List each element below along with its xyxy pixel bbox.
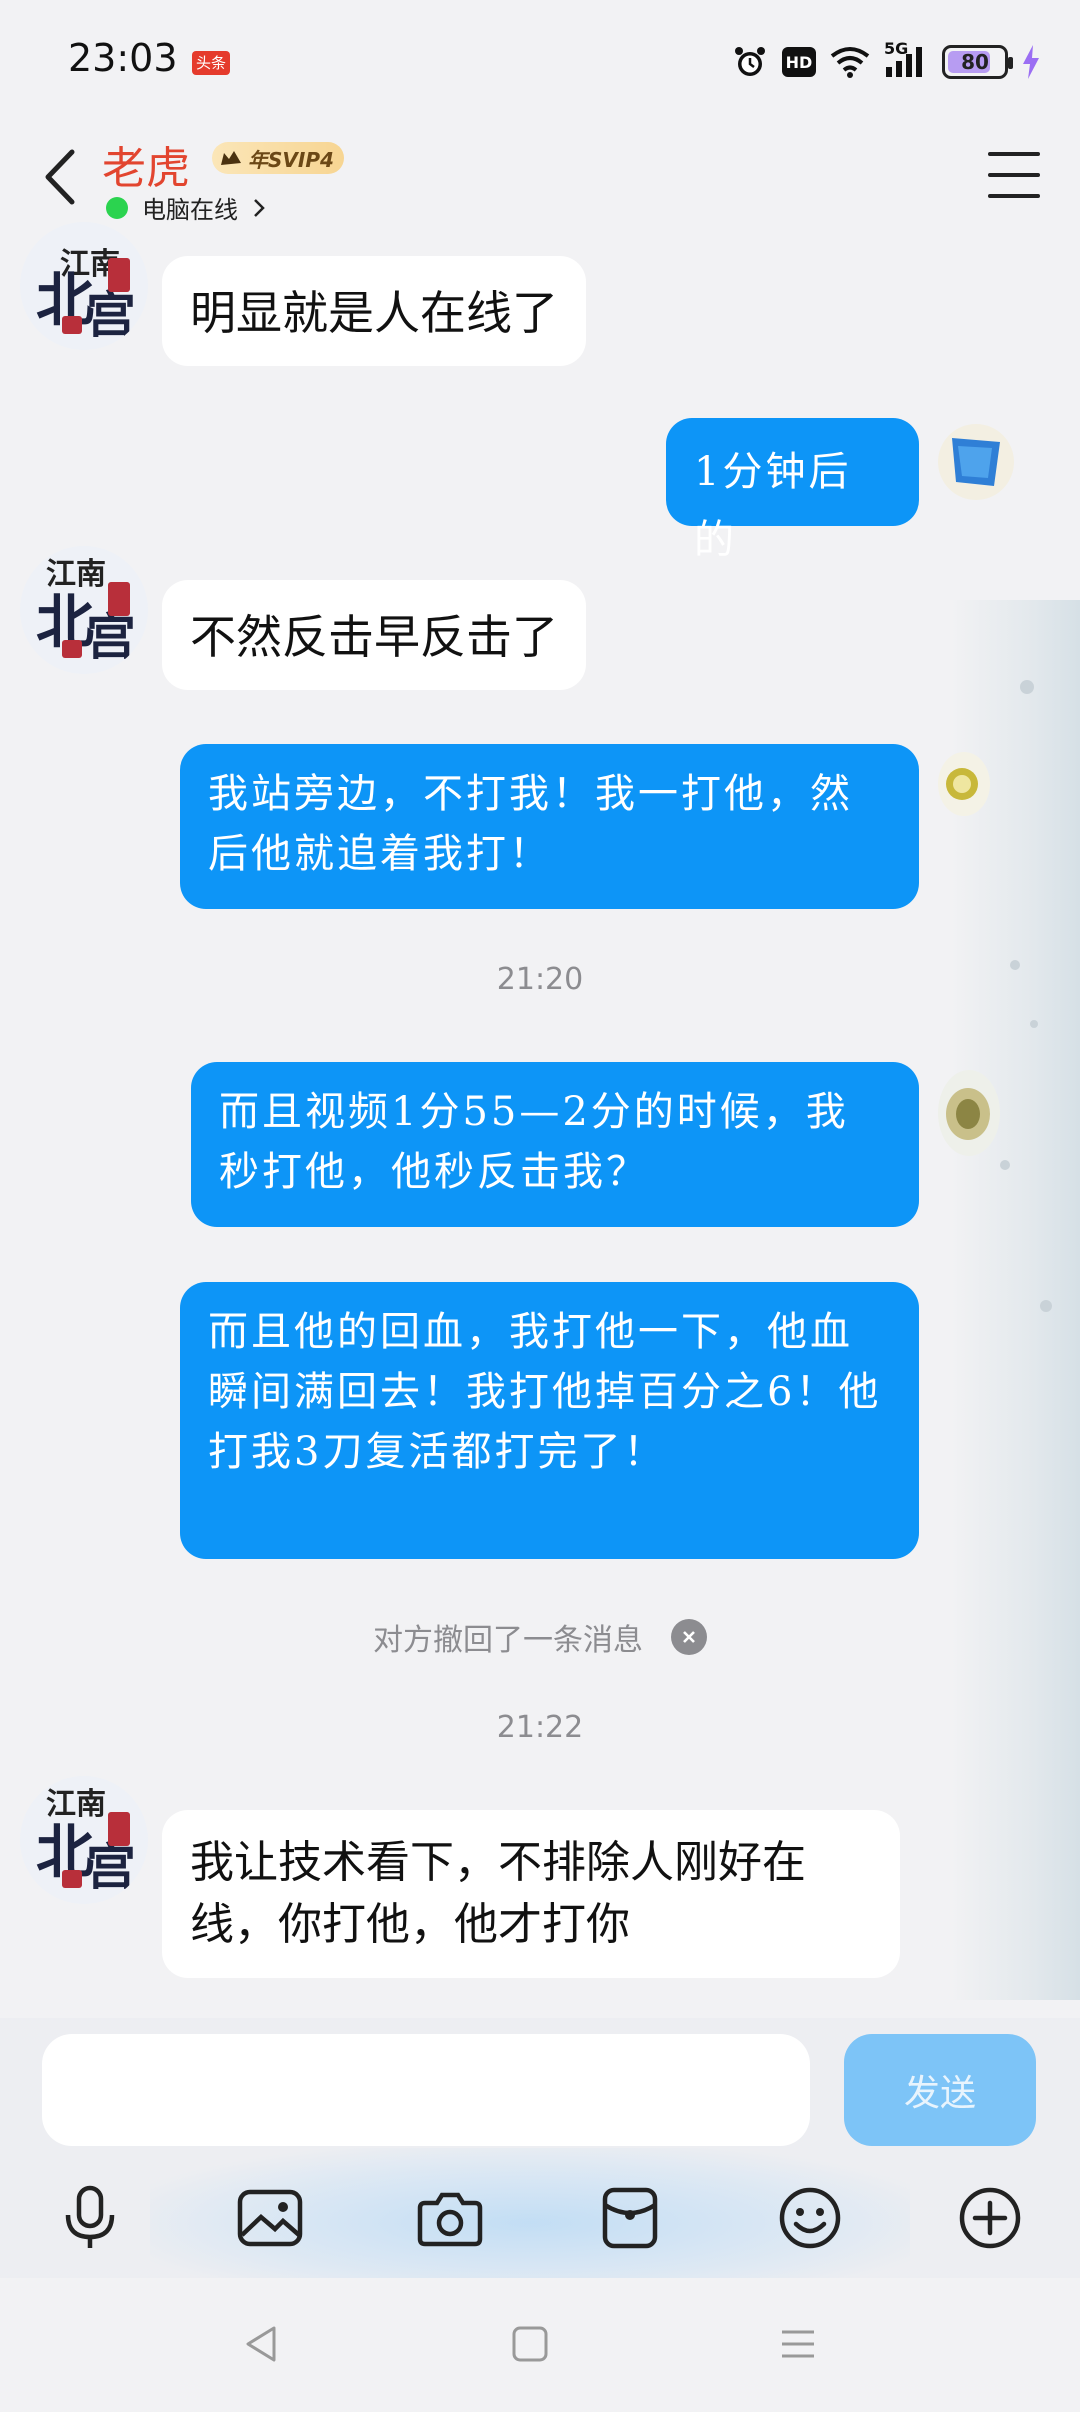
nav-recents-button[interactable] <box>768 2314 828 2374</box>
chevron-right-icon <box>254 198 265 217</box>
gallery-button[interactable] <box>230 2178 310 2258</box>
svg-text:江南: 江南 <box>46 1787 106 1822</box>
contact-name[interactable]: 老虎 <box>102 132 190 196</box>
hd-icon: HD <box>782 47 816 77</box>
contact-avatar[interactable]: 江南 北 宫 <box>20 546 148 674</box>
close-icon <box>683 1631 695 1643</box>
vip-crown-icon <box>221 151 241 165</box>
my-avatar[interactable] <box>938 424 1014 500</box>
send-button[interactable]: 发送 <box>844 2034 1036 2146</box>
status-bar: 23:03 头条 HD 5G 80 <box>0 0 1080 120</box>
dismiss-recall-button[interactable] <box>671 1619 707 1655</box>
incoming-message[interactable]: 明显就是人在线了 <box>162 256 586 366</box>
chat-screen: 23:03 头条 HD 5G 80 老虎 年SVIP4 电脑在线 江南 北 宫 … <box>0 0 1080 2412</box>
message-timestamp: 21:20 <box>496 962 584 997</box>
camera-icon <box>417 2192 483 2247</box>
svip-badge[interactable]: 年SVIP4 <box>212 142 344 174</box>
incoming-message[interactable]: 不然反击早反击了 <box>162 580 586 690</box>
voice-button[interactable] <box>50 2178 130 2258</box>
plus-icon <box>959 2187 1021 2249</box>
back-button[interactable] <box>34 142 84 212</box>
status-icons: HD 5G 80 <box>732 39 1040 84</box>
outgoing-message[interactable]: 1分钟后的 <box>666 418 919 563</box>
recall-text: 对方撤回了一条消息 <box>373 1623 643 1658</box>
red-packet-icon <box>602 2187 658 2249</box>
chevron-left-icon <box>45 149 75 205</box>
svg-text:宫: 宫 <box>86 285 136 344</box>
more-button[interactable] <box>950 2178 1030 2258</box>
system-nav-bar <box>0 2278 1080 2412</box>
back-triangle-icon <box>246 2326 276 2362</box>
wifi-icon <box>830 47 870 78</box>
chat-menu-button[interactable] <box>988 152 1040 198</box>
contact-avatar[interactable]: 江南 北 宫 <box>20 222 148 350</box>
image-icon <box>237 2189 303 2247</box>
chat-header: 老虎 年SVIP4 电脑在线 <box>0 120 1080 240</box>
battery-icon: 80 <box>942 45 1013 79</box>
recents-menu-icon <box>782 2330 814 2358</box>
status-time: 23:03 <box>68 36 178 80</box>
battery-level: 80 <box>961 50 989 74</box>
message-timestamp: 21:22 <box>496 1710 584 1745</box>
recall-notice: 对方撤回了一条消息 <box>0 1615 1080 1659</box>
menu-line <box>988 194 1040 198</box>
online-dot-icon <box>106 196 128 219</box>
svg-text:江南: 江南 <box>46 557 106 592</box>
my-avatar[interactable] <box>938 1070 1000 1156</box>
input-area: 发送 <box>0 2018 1080 2298</box>
microphone-icon <box>65 2185 115 2248</box>
nav-home-button[interactable] <box>500 2314 560 2374</box>
menu-line <box>988 152 1040 156</box>
menu-line <box>988 173 1040 177</box>
charging-bolt-icon <box>1023 45 1039 79</box>
camera-button[interactable] <box>410 2178 490 2258</box>
news-app-badge: 头条 <box>192 51 230 75</box>
outgoing-message[interactable]: 我站旁边，不打我！我一打他，然后他就追着我打！ <box>180 744 919 909</box>
alarm-icon <box>735 47 765 76</box>
input-toolbar <box>0 2178 1080 2278</box>
contact-avatar[interactable]: 江南 北 宫 <box>20 1776 148 1904</box>
my-avatar[interactable] <box>938 752 990 816</box>
emoji-icon <box>779 2187 841 2249</box>
vip-label: 年SVIP4 <box>248 147 334 172</box>
incoming-message[interactable]: 我让技术看下，不排除人刚好在线，你打他，他才打你 <box>162 1810 900 1978</box>
online-status-text: 电脑在线 <box>142 196 238 224</box>
cellular-signal-icon: 5G <box>884 39 928 79</box>
message-input[interactable] <box>42 2034 810 2146</box>
online-status[interactable]: 电脑在线 <box>106 190 266 225</box>
outgoing-message[interactable]: 而且视频1分55—2分的时候，我秒打他，他秒反击我？ <box>191 1062 919 1227</box>
outgoing-message[interactable]: 而且他的回血，我打他一下，他血瞬间满回去！我打他掉百分之6！他打我3刀复活都打完… <box>180 1282 919 1559</box>
emoji-button[interactable] <box>770 2178 850 2258</box>
home-square-icon <box>512 2326 548 2362</box>
red-packet-button[interactable] <box>590 2178 670 2258</box>
nav-back-button[interactable] <box>232 2314 292 2374</box>
